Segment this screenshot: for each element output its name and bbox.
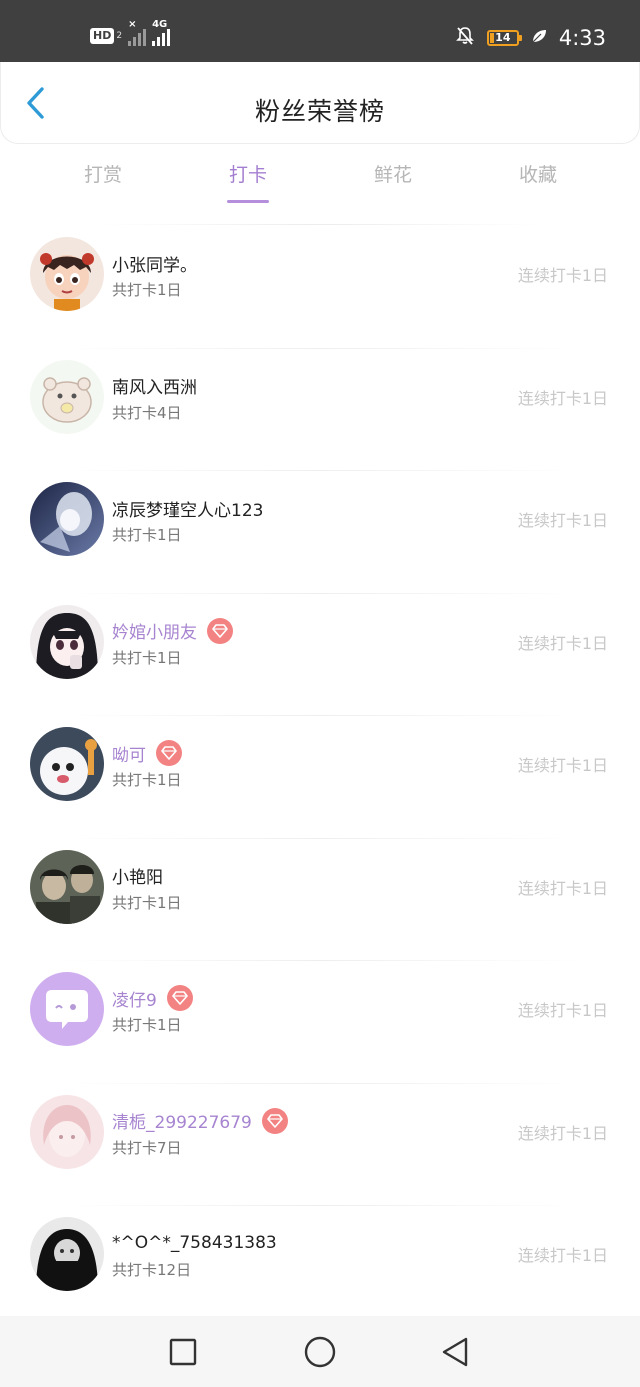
fan-name: 呦可 bbox=[112, 745, 146, 766]
fan-row[interactable]: 凉辰梦瑾空人心123 共打卡1日 连续打卡1日 bbox=[0, 471, 640, 594]
name-line: 清栀_299227679 bbox=[112, 1107, 288, 1134]
leaf-icon bbox=[531, 28, 547, 48]
name-line: *^O^*_758431383 bbox=[112, 1230, 277, 1256]
fan-name: 凌仔9 bbox=[112, 990, 157, 1011]
avatar[interactable] bbox=[30, 1217, 104, 1291]
status-right-icons: 14 4:33 bbox=[455, 24, 606, 52]
clock: 4:33 bbox=[558, 26, 606, 50]
network-type-label: 4G bbox=[152, 19, 168, 30]
avatar[interactable] bbox=[30, 972, 104, 1046]
fan-name: 小艳阳 bbox=[112, 868, 163, 888]
fan-row[interactable]: 小张同学。 共打卡1日 连续打卡1日 bbox=[0, 226, 640, 349]
circle-icon bbox=[304, 1336, 336, 1368]
recent-apps-button[interactable] bbox=[165, 1334, 201, 1370]
streak-label: 连续打卡1日 bbox=[517, 388, 608, 408]
fan-row[interactable]: *^O^*_758431383 共打卡12日 连续打卡1日 bbox=[0, 1206, 640, 1329]
signal-sim2-icon: 4G bbox=[152, 20, 171, 46]
tab-bar: 打赏 打卡 鲜花 收藏 bbox=[0, 156, 640, 212]
total-checkins: 共打卡1日 bbox=[112, 281, 182, 299]
total-checkins: 共打卡1日 bbox=[112, 893, 182, 912]
total-checkins: 共打卡12日 bbox=[112, 1261, 192, 1279]
total-checkins: 共打卡7日 bbox=[112, 1138, 182, 1157]
streak-label: 连续打卡1日 bbox=[517, 878, 608, 898]
fan-row[interactable]: 南风入西洲 共打卡4日 连续打卡1日 bbox=[0, 349, 640, 472]
fan-name: 清栀_299227679 bbox=[112, 1113, 252, 1133]
avatar[interactable] bbox=[30, 727, 104, 801]
battery-icon: 14 bbox=[486, 30, 522, 46]
name-line: 凉辰梦瑾空人心123 bbox=[112, 495, 263, 521]
page-title: 粉丝荣誉榜 bbox=[254, 97, 385, 126]
avatar[interactable] bbox=[30, 1094, 104, 1169]
diamond-vip-icon bbox=[261, 1107, 288, 1134]
streak-label: 连续打卡1日 bbox=[517, 266, 608, 285]
avatar[interactable] bbox=[30, 604, 104, 679]
fan-name: *^O^*_758431383 bbox=[112, 1233, 277, 1253]
total-checkins: 共打卡1日 bbox=[112, 771, 182, 789]
signal-sim1-icon: × bbox=[128, 20, 147, 46]
tab-flowers[interactable]: 鲜花 bbox=[333, 156, 453, 204]
name-line: 妗婠小朋友 bbox=[112, 617, 233, 644]
name-line: 小张同学。 bbox=[112, 250, 197, 276]
status-left-icons: HD 2 × 4G bbox=[90, 20, 171, 50]
home-button[interactable] bbox=[302, 1334, 338, 1370]
back-nav-button[interactable] bbox=[437, 1334, 473, 1370]
hd-sim-index: 2 bbox=[116, 31, 123, 41]
name-line: 南风入西洲 bbox=[112, 373, 197, 399]
fan-name: 凉辰梦瑾空人心123 bbox=[112, 500, 264, 521]
avatar[interactable] bbox=[30, 359, 104, 434]
fan-name: 小张同学。 bbox=[112, 255, 197, 276]
fan-name: 妗婠小朋友 bbox=[112, 623, 197, 643]
fan-row[interactable]: 呦可 共打卡1日 连续打卡1日 bbox=[0, 716, 640, 839]
diamond-vip-icon bbox=[207, 617, 233, 644]
name-line: 呦可 bbox=[112, 740, 182, 766]
active-tab-indicator bbox=[227, 200, 269, 203]
diamond-vip-icon bbox=[156, 740, 182, 766]
fan-row[interactable]: 妗婠小朋友 共打卡1日 连续打卡1日 bbox=[0, 594, 640, 717]
avatar[interactable] bbox=[30, 482, 104, 556]
square-icon bbox=[169, 1338, 197, 1366]
battery-level: 14 bbox=[495, 31, 511, 44]
total-checkins: 共打卡1日 bbox=[112, 526, 182, 544]
total-checkins: 共打卡1日 bbox=[112, 648, 182, 667]
fan-row[interactable]: 清栀_299227679 共打卡7日 连续打卡1日 bbox=[0, 1084, 640, 1207]
triangle-back-icon bbox=[442, 1337, 468, 1367]
status-bar: HD 2 × 4G 14 4:33 bbox=[0, 0, 640, 62]
avatar[interactable] bbox=[30, 849, 104, 924]
tabs-divider bbox=[100, 224, 540, 225]
fan-list: 小张同学。 共打卡1日 连续打卡1日 南风入西洲 共打卡4日 连续打卡1日 凉辰… bbox=[0, 226, 640, 1329]
avatar[interactable] bbox=[30, 237, 104, 311]
streak-label: 连续打卡1日 bbox=[517, 1246, 608, 1265]
tab-checkin[interactable]: 打卡 bbox=[188, 156, 308, 204]
tab-reward[interactable]: 打赏 bbox=[43, 156, 163, 204]
system-nav-bar bbox=[0, 1316, 640, 1387]
name-line: 小艳阳 bbox=[112, 863, 163, 889]
total-checkins: 共打卡1日 bbox=[112, 1016, 182, 1034]
diamond-vip-icon bbox=[166, 985, 193, 1011]
header-bar: 粉丝荣誉榜 bbox=[0, 62, 640, 144]
fan-name: 南风入西洲 bbox=[112, 378, 197, 398]
streak-label: 连续打卡1日 bbox=[517, 511, 608, 530]
streak-label: 连续打卡1日 bbox=[517, 1001, 608, 1020]
bell-off-icon bbox=[455, 26, 475, 50]
total-checkins: 共打卡4日 bbox=[112, 403, 182, 422]
tab-favorites[interactable]: 收藏 bbox=[478, 156, 598, 204]
streak-label: 连续打卡1日 bbox=[517, 633, 608, 653]
hd-voice-icon: HD bbox=[90, 28, 115, 44]
name-line: 凌仔9 bbox=[112, 985, 193, 1011]
streak-label: 连续打卡1日 bbox=[517, 756, 608, 775]
fan-row[interactable]: 凌仔9 共打卡1日 连续打卡1日 bbox=[0, 961, 640, 1084]
fan-row[interactable]: 小艳阳 共打卡1日 连续打卡1日 bbox=[0, 839, 640, 962]
streak-label: 连续打卡1日 bbox=[517, 1123, 608, 1143]
